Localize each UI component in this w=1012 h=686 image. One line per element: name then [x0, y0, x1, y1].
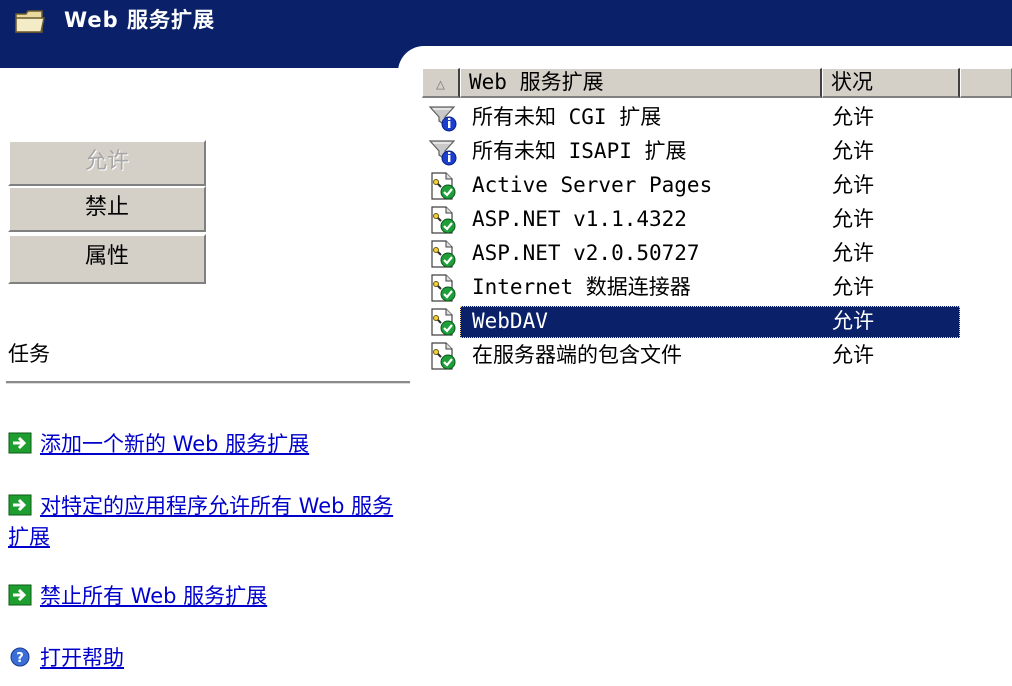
row-status: 允许 [832, 275, 874, 299]
page-title: Web 服务扩展 [64, 8, 216, 32]
document-check-icon [428, 341, 458, 375]
row-name: WebDAV [472, 309, 548, 333]
document-check-icon [428, 307, 458, 341]
add-extension-link[interactable]: 添加一个新的 Web 服务扩展 [40, 432, 309, 456]
table-row[interactable]: ASP.NET v2.0.50727 允许 [428, 236, 960, 270]
filter-info-icon [428, 137, 458, 171]
prohibit-all-link[interactable]: 禁止所有 Web 服务扩展 [40, 584, 267, 608]
filter-info-icon [428, 103, 458, 137]
task-allow-all-for-app: 对特定的应用程序允许所有 Web 服务扩展 [8, 492, 404, 551]
tasks-divider [6, 381, 410, 384]
extensions-list: △ Web 服务扩展 状况 所有未知 CGI 扩展 允许 所有未知 ISAPI 扩展… [420, 68, 1012, 370]
green-arrow-icon [8, 584, 32, 613]
table-row[interactable]: 在服务器端的包含文件 允许 [428, 338, 960, 372]
row-name: Internet 数据连接器 [472, 275, 691, 299]
table-row[interactable]: 所有未知 CGI 扩展 允许 [428, 100, 960, 134]
table-row[interactable]: Internet 数据连接器 允许 [428, 270, 960, 304]
table-row[interactable]: WebDAV 允许 [428, 304, 960, 338]
tasks-heading: 任务 [8, 342, 50, 366]
row-status: 允许 [832, 241, 874, 265]
sort-ascending-icon: △ [435, 75, 446, 93]
table-row[interactable]: 所有未知 ISAPI 扩展 允许 [428, 134, 960, 168]
row-name: ASP.NET v2.0.50727 [472, 241, 700, 265]
properties-button[interactable]: 属性 [8, 234, 206, 284]
row-status: 允许 [832, 139, 874, 163]
row-status: 允许 [832, 343, 874, 367]
row-name: 所有未知 CGI 扩展 [472, 105, 662, 129]
open-help-link[interactable]: 打开帮助 [40, 646, 124, 670]
row-name: Active Server Pages [472, 173, 713, 197]
green-arrow-icon [8, 432, 32, 461]
prohibit-button[interactable]: 禁止 [8, 186, 206, 232]
column-header-sort[interactable]: △ [422, 68, 460, 98]
row-status: 允许 [832, 309, 874, 333]
column-header-name[interactable]: Web 服务扩展 [460, 68, 822, 98]
task-open-help: ? 打开帮助 [8, 644, 404, 675]
task-prohibit-all: 禁止所有 Web 服务扩展 [8, 582, 404, 613]
document-check-icon [428, 239, 458, 273]
row-name: 在服务器端的包含文件 [472, 343, 682, 367]
row-status: 允许 [832, 173, 874, 197]
row-name: ASP.NET v1.1.4322 [472, 207, 687, 231]
allow-button[interactable]: 允许 [8, 140, 206, 186]
column-header-filler [960, 68, 1012, 98]
row-status: 允许 [832, 207, 874, 231]
column-header-status[interactable]: 状况 [822, 68, 960, 98]
help-icon: ? [8, 646, 32, 675]
svg-text:?: ? [16, 651, 24, 666]
green-arrow-icon [8, 494, 32, 523]
allow-all-for-app-link[interactable]: 对特定的应用程序允许所有 Web 服务扩展 [8, 494, 393, 549]
task-add-extension: 添加一个新的 Web 服务扩展 [8, 430, 404, 461]
document-check-icon [428, 273, 458, 307]
folder-icon [14, 6, 46, 40]
document-check-icon [428, 171, 458, 205]
row-status: 允许 [832, 105, 874, 129]
table-row[interactable]: Active Server Pages 允许 [428, 168, 960, 202]
document-check-icon [428, 205, 458, 239]
table-row[interactable]: ASP.NET v1.1.4322 允许 [428, 202, 960, 236]
row-name: 所有未知 ISAPI 扩展 [472, 139, 687, 163]
